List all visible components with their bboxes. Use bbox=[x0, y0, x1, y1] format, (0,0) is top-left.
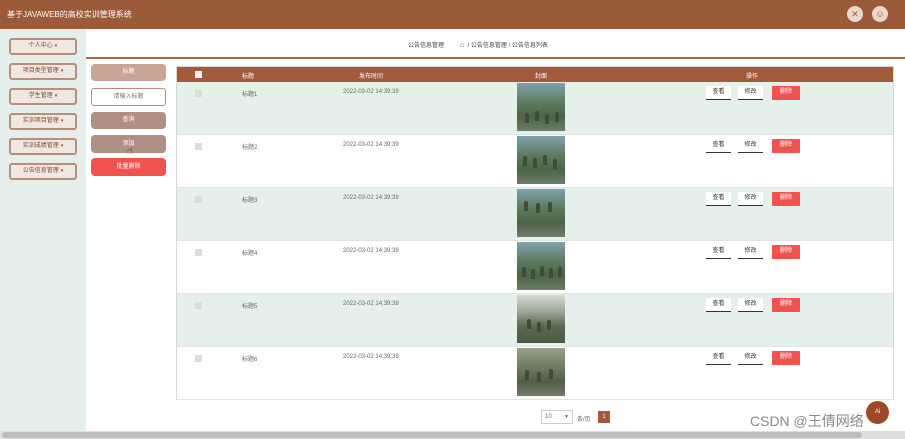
chevron-down-icon: ▾ bbox=[60, 118, 64, 124]
edit-button[interactable]: 修改 bbox=[738, 139, 763, 153]
edit-button[interactable]: 修改 bbox=[738, 192, 763, 206]
main-content: 公告信息管理 ⌂ / 公告信息管理 / 公告信息列表 标题 查询 添加 批量删除… bbox=[86, 29, 905, 431]
column-time: 发布时间 bbox=[359, 74, 384, 80]
view-button[interactable]: 查看 bbox=[706, 298, 731, 312]
bulk-delete-button[interactable]: 批量删除 bbox=[91, 158, 166, 176]
view-button[interactable]: 查看 bbox=[706, 86, 731, 100]
row-title: 标题4 bbox=[242, 251, 258, 257]
floating-action-button[interactable]: Ai bbox=[866, 401, 889, 424]
table-row: 标题4 2022-03-02 14:39:39 查看 修改 删除 bbox=[177, 241, 893, 294]
row-time: 2022-03-02 14:39:39 bbox=[343, 248, 399, 254]
row-checkbox[interactable] bbox=[195, 302, 202, 309]
delete-button[interactable]: 删除 bbox=[772, 298, 800, 312]
notice-table: 标题 发布时间 封面 操作 标题1 2022-03-02 14:39:39 查看… bbox=[176, 66, 894, 400]
sidebar-item-label: 实训项目管理 bbox=[22, 118, 59, 124]
sidebar-item-label: 项目类型管理 bbox=[22, 68, 59, 74]
table-row: 标题2 2022-03-02 14:39:39 查看 修改 删除 bbox=[177, 135, 893, 188]
breadcrumb-divider bbox=[86, 57, 905, 59]
page-size-select[interactable]: 10 ▼ bbox=[541, 410, 573, 424]
query-button[interactable]: 查询 bbox=[91, 112, 166, 129]
row-title: 标题2 bbox=[242, 145, 258, 151]
row-time: 2022-03-02 14:39:39 bbox=[343, 301, 399, 307]
cover-image bbox=[517, 295, 565, 343]
horizontal-scrollbar[interactable] bbox=[0, 431, 905, 439]
row-checkbox[interactable] bbox=[195, 196, 202, 203]
row-time: 2022-03-02 14:39:39 bbox=[343, 195, 399, 201]
sidebar-item-personal-center[interactable]: 个人中心 ▾ bbox=[9, 38, 77, 55]
edit-button[interactable]: 修改 bbox=[738, 245, 763, 259]
table-header: 标题 发布时间 封面 操作 bbox=[177, 67, 893, 82]
sidebar-item-student[interactable]: 学生管理 ▾ bbox=[9, 88, 77, 105]
sidebar-item-label: 个人中心 bbox=[28, 43, 53, 49]
sidebar-item-label: 学生管理 bbox=[28, 93, 53, 99]
delete-button[interactable]: 删除 bbox=[772, 192, 800, 206]
sidebar-item-project-type[interactable]: 项目类型管理 ▾ bbox=[9, 63, 77, 80]
table-row: 标题5 2022-03-02 14:39:39 查看 修改 删除 bbox=[177, 294, 893, 347]
view-button[interactable]: 查看 bbox=[706, 245, 731, 259]
edit-button[interactable]: 修改 bbox=[738, 298, 763, 312]
chevron-down-icon: ▾ bbox=[54, 93, 58, 99]
search-input[interactable] bbox=[91, 88, 166, 106]
row-checkbox[interactable] bbox=[195, 90, 202, 97]
search-label: 标题 bbox=[91, 64, 166, 81]
cover-image bbox=[517, 136, 565, 184]
home-icon[interactable]: ⌂ bbox=[460, 42, 464, 49]
fullscreen-icon[interactable]: ✕ bbox=[847, 6, 863, 22]
cover-image bbox=[517, 242, 565, 290]
chevron-down-icon: ▾ bbox=[54, 43, 58, 49]
row-title: 标题1 bbox=[242, 92, 258, 98]
table-row: 标题6 2022-03-02 14:39:39 查看 修改 删除 bbox=[177, 347, 893, 400]
sidebar-item-training-score[interactable]: 实训成绩管理 ▾ bbox=[9, 138, 77, 155]
table-row: 标题3 2022-03-02 14:39:39 查看 修改 删除 bbox=[177, 188, 893, 241]
view-button[interactable]: 查看 bbox=[706, 192, 731, 206]
row-title: 标题6 bbox=[242, 357, 258, 363]
row-time: 2022-03-02 14:39:39 bbox=[343, 142, 399, 148]
cover-image bbox=[517, 83, 565, 131]
user-icon[interactable]: ☺ bbox=[872, 6, 888, 22]
row-title: 标题5 bbox=[242, 304, 258, 310]
page-size-label: 条/页 bbox=[577, 417, 591, 423]
chevron-down-icon: ▾ bbox=[60, 143, 64, 149]
page-number-current[interactable]: 1 bbox=[598, 411, 610, 423]
row-time: 2022-03-02 14:39:39 bbox=[343, 354, 399, 360]
column-actions: 操作 bbox=[746, 74, 759, 80]
chevron-down-icon: ▼ bbox=[564, 414, 569, 420]
delete-button[interactable]: 删除 bbox=[772, 351, 800, 365]
breadcrumb-path: / 公告信息管理 / 公告信息列表 bbox=[467, 43, 548, 49]
app-title: 基于JAVAWEB的高校实训管理系统 bbox=[7, 10, 132, 19]
table-row: 标题1 2022-03-02 14:39:39 查看 修改 删除 bbox=[177, 82, 893, 135]
app-header: 基于JAVAWEB的高校实训管理系统 ✕ ☺ bbox=[0, 0, 905, 29]
row-title: 标题3 bbox=[242, 198, 258, 204]
cover-image bbox=[517, 348, 565, 396]
select-all-checkbox[interactable] bbox=[195, 71, 202, 78]
row-time: 2022-03-02 14:39:39 bbox=[343, 89, 399, 95]
watermark: CSDN @王倩网络 bbox=[750, 413, 864, 429]
breadcrumb-section: 公告信息管理 bbox=[408, 43, 445, 49]
delete-button[interactable]: 删除 bbox=[772, 139, 800, 153]
edit-button[interactable]: 修改 bbox=[738, 351, 763, 365]
sidebar-item-label: 公告信息管理 bbox=[22, 168, 59, 174]
hand-cursor-icon: ☝ bbox=[127, 146, 134, 157]
scrollbar-thumb[interactable] bbox=[2, 432, 862, 438]
view-button[interactable]: 查看 bbox=[706, 351, 731, 365]
sidebar-item-training-project[interactable]: 实训项目管理 ▾ bbox=[9, 113, 77, 130]
sidebar-item-notice[interactable]: 公告信息管理 ▾ bbox=[9, 163, 77, 180]
row-checkbox[interactable] bbox=[195, 143, 202, 150]
delete-button[interactable]: 删除 bbox=[772, 86, 800, 100]
sidebar: 个人中心 ▾ 项目类型管理 ▾ 学生管理 ▾ 实训项目管理 ▾ 实训成绩管理 ▾ 公告信息… bbox=[0, 29, 86, 431]
cover-image bbox=[517, 189, 565, 237]
row-checkbox[interactable] bbox=[195, 355, 202, 362]
view-button[interactable]: 查看 bbox=[706, 139, 731, 153]
sidebar-item-label: 实训成绩管理 bbox=[22, 143, 59, 149]
row-checkbox[interactable] bbox=[195, 249, 202, 256]
breadcrumb: 公告信息管理 ⌂ / 公告信息管理 / 公告信息列表 bbox=[408, 40, 548, 49]
chevron-down-icon: ▾ bbox=[60, 68, 64, 74]
edit-button[interactable]: 修改 bbox=[738, 86, 763, 100]
page-size-value: 10 bbox=[545, 414, 552, 420]
delete-button[interactable]: 删除 bbox=[772, 245, 800, 259]
column-title: 标题 bbox=[242, 74, 255, 80]
chevron-down-icon: ▾ bbox=[60, 168, 64, 174]
column-cover: 封面 bbox=[535, 74, 548, 80]
